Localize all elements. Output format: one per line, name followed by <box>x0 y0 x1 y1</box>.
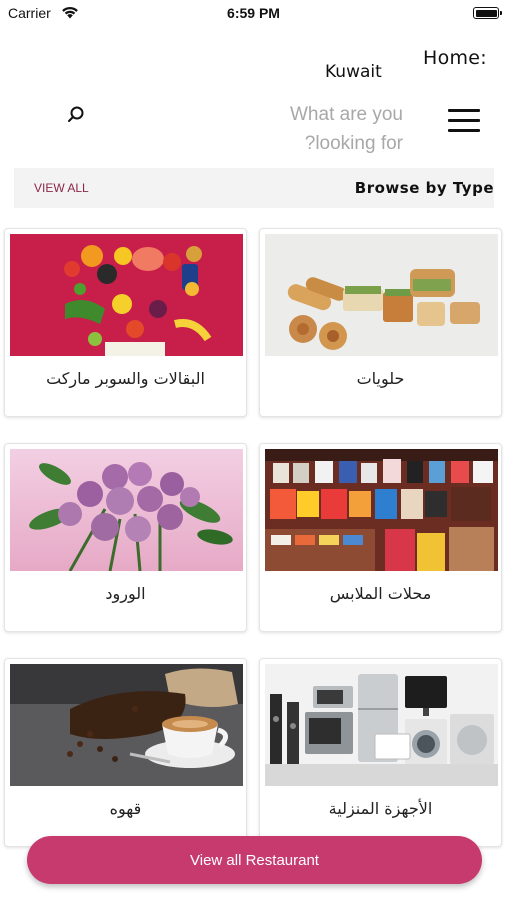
page-title: Home: <box>422 47 487 69</box>
category-card-clothing[interactable]: محلات الملابس <box>259 443 502 632</box>
roses-image <box>10 449 243 571</box>
category-label: محلات الملابس <box>329 584 432 603</box>
clothing-store-image <box>265 449 498 571</box>
category-label: الأجهزة المنزلية <box>328 799 433 818</box>
category-label: البقالات والسوبر ماركت <box>46 369 205 388</box>
browse-title: Browse by Type <box>354 179 494 197</box>
search-input[interactable] <box>240 100 403 158</box>
groceries-image <box>10 234 243 356</box>
category-card-sweets[interactable]: حلويات <box>259 228 502 417</box>
category-card-groceries[interactable]: البقالات والسوبر ماركت <box>4 228 247 417</box>
view-all-restaurant-button[interactable]: View all Restaurant <box>27 836 482 884</box>
home-appliances-image <box>265 664 498 786</box>
hamburger-menu-icon[interactable] <box>448 109 480 133</box>
status-bar: Carrier 6:59 PM <box>0 0 507 30</box>
category-label: الورود <box>105 584 146 603</box>
category-card-roses[interactable]: الورود <box>4 443 247 632</box>
category-label: قهوه <box>109 799 142 818</box>
browse-bar: VIEW ALL Browse by Type <box>14 168 494 208</box>
category-card-coffee[interactable]: قهوه <box>4 658 247 847</box>
category-label: حلويات <box>356 369 405 388</box>
category-card-appliances[interactable]: الأجهزة المنزلية <box>259 658 502 847</box>
clock: 6:59 PM <box>227 5 280 21</box>
sweets-image <box>265 234 498 356</box>
location-label[interactable]: Kuwait <box>325 62 382 82</box>
coffee-image <box>10 664 243 786</box>
battery-icon <box>473 7 502 19</box>
view-all-link[interactable]: VIEW ALL <box>34 181 89 195</box>
search-icon[interactable] <box>66 105 86 125</box>
